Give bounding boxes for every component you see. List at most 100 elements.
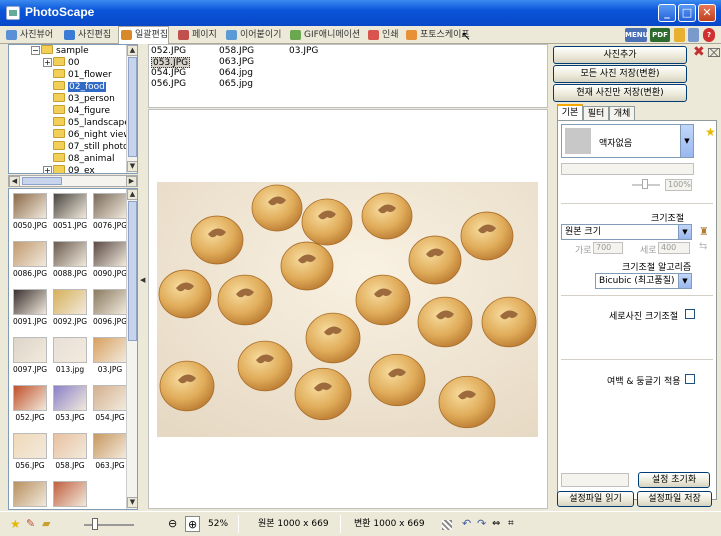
scroll-thumb[interactable] (128, 57, 137, 157)
rotate-left-icon[interactable]: ↶ (462, 516, 471, 532)
zoom-fit-icon[interactable]: ⊕ (185, 516, 201, 532)
scroll-up-icon[interactable]: ▲ (127, 45, 137, 56)
tree-item[interactable]: 00 (53, 57, 79, 69)
expand-icon[interactable]: + (43, 166, 52, 173)
collapse-icon[interactable]: − (31, 46, 40, 55)
flip-icon[interactable]: ⇔ (492, 516, 500, 532)
slider-handle[interactable] (92, 518, 98, 530)
tab-batch-editor[interactable]: 일괄편집 (118, 26, 170, 44)
thumbnail-item[interactable]: 0051.JPG (51, 191, 89, 235)
thumbnail-item[interactable]: 0097.JPG (11, 335, 49, 379)
frame-selector[interactable]: 액자없음 ▼ (561, 124, 694, 158)
folder-icon[interactable]: ▰ (42, 516, 50, 532)
opacity-slider-handle[interactable] (642, 179, 648, 189)
swap-icon[interactable]: ⇆ (699, 241, 707, 252)
menu-icon[interactable]: MENU (625, 28, 648, 42)
scroll-up-icon[interactable]: ▲ (127, 189, 137, 200)
tab-photoscape[interactable]: 포토스케이프 (404, 27, 470, 43)
thumbnail-item[interactable]: 0092.JPG (51, 287, 89, 331)
folder-open-icon[interactable] (674, 28, 685, 42)
maximize-button[interactable]: □ (678, 4, 696, 22)
frame-option-field[interactable] (561, 163, 694, 175)
algorithm-select[interactable]: Bicubic (최고품질) ▼ (595, 273, 692, 289)
save-current-button[interactable]: 현재 사진만 저장(변환) (553, 84, 687, 102)
help-icon[interactable]: ? (703, 28, 715, 42)
checker-icon[interactable] (442, 520, 452, 530)
expand-icon[interactable]: + (43, 58, 52, 67)
edit-icon[interactable]: ✎ (26, 516, 35, 532)
zoom-out-icon[interactable]: ⊖ (168, 516, 177, 532)
tree-item[interactable]: 06_night view (53, 129, 131, 141)
settings-name-field[interactable] (561, 473, 629, 487)
dropdown-arrow-icon[interactable]: ▼ (678, 274, 691, 288)
thumbnail-item[interactable]: 064.jpg (11, 479, 49, 509)
tree-item[interactable]: 01_flower (53, 69, 112, 81)
tree-item[interactable]: 05_landscape (53, 117, 130, 129)
scroll-right-icon[interactable]: ▶ (126, 176, 137, 187)
tree-item[interactable]: 07_still photo (53, 141, 129, 153)
thumbnail-item[interactable]: 0090.JPG (91, 239, 129, 283)
trash-icon[interactable]: ⌧ (707, 46, 721, 60)
tab-page[interactable]: 페이지 (176, 27, 217, 43)
scroll-left-icon[interactable]: ◀ (9, 176, 20, 187)
save-settings-button[interactable]: 설정파일 저장 (637, 491, 712, 507)
file-list-item[interactable]: 052.JPG (151, 46, 186, 57)
thumbnail-item[interactable]: 0086.JPG (11, 239, 49, 283)
reset-settings-button[interactable]: 설정 초기화 (638, 472, 710, 488)
tab-combine[interactable]: 이어붙이기 (224, 27, 281, 43)
thumbnail-item[interactable]: 054.JPG (91, 383, 129, 427)
add-photo-button[interactable]: 사진추가 (553, 46, 687, 64)
scroll-down-icon[interactable]: ▼ (127, 161, 137, 172)
panel-splitter[interactable]: ◀ (139, 44, 147, 510)
tab-print[interactable]: 인쇄 (366, 27, 399, 43)
thumbnail-item[interactable]: 0050.JPG (11, 191, 49, 235)
thumbnail-item[interactable]: 0076.JPG (91, 191, 129, 235)
thumbnail-item[interactable]: 065.jpg (51, 479, 89, 509)
thumbnail-item[interactable]: 013.jpg (51, 335, 89, 379)
rotate-right-icon[interactable]: ↷ (477, 516, 486, 532)
file-list-item[interactable]: 064.jpg (219, 68, 253, 79)
scroll-thumb[interactable] (128, 201, 137, 341)
resize-mode-select[interactable]: 원본 크기 ▼ (561, 224, 692, 240)
tree-item[interactable]: 04_figure (53, 105, 110, 117)
portrait-resize-checkbox[interactable] (685, 309, 695, 319)
tab-photo-editor[interactable]: 사진편집 (62, 27, 111, 43)
thumbnail-item[interactable]: 053.JPG (51, 383, 89, 427)
file-list-item[interactable]: 063.JPG (219, 57, 254, 68)
tree-item[interactable]: 03_person (53, 93, 115, 105)
tree-item-root[interactable]: sample (41, 45, 89, 57)
file-list-item[interactable]: 054.JPG (151, 68, 186, 79)
pdf-icon[interactable]: PDF (650, 28, 670, 42)
tab-basic[interactable]: 기본 (557, 104, 583, 121)
tree-horizontal-scrollbar[interactable]: ◀ ▶ (8, 175, 138, 187)
star-icon[interactable]: ★ (10, 516, 21, 532)
tab-photo-viewer[interactable]: 사진뷰어 (4, 27, 53, 43)
thumbnail-item[interactable]: 052.JPG (11, 383, 49, 427)
minimize-button[interactable]: _ (658, 4, 676, 22)
thumbnail-scrollbar[interactable]: ▲ ▼ (126, 189, 137, 509)
save-all-button[interactable]: 모든 사진 저장(변환) (553, 65, 687, 83)
width-input[interactable]: 700 (593, 242, 623, 254)
thumbnail-item[interactable]: 0091.JPG (11, 287, 49, 331)
thumbnail-item[interactable]: 03.JPG (91, 335, 129, 379)
file-list-item[interactable]: 058.JPG (219, 46, 254, 57)
scroll-thumb[interactable] (22, 177, 62, 185)
favorite-star-icon[interactable]: ★ (705, 125, 716, 139)
tree-item[interactable]: 09_ex (53, 165, 95, 173)
file-list-item[interactable]: 056.JPG (151, 79, 186, 90)
file-list-item[interactable]: 053.JPG (151, 57, 191, 68)
remove-icon[interactable]: ✖ (693, 44, 705, 60)
thumbnail-item[interactable]: 063.JPG (91, 431, 129, 475)
tab-gif-animation[interactable]: GIF애니메이션 (288, 27, 360, 43)
tab-object[interactable]: 개체 (609, 106, 635, 121)
file-list-item[interactable]: 065.jpg (219, 79, 253, 90)
tree-item-selected[interactable]: 02_food (53, 81, 106, 93)
collapse-arrow-icon[interactable]: ◀ (140, 276, 145, 284)
crop-icon[interactable]: ⌗ (508, 516, 514, 532)
dropdown-arrow-icon[interactable]: ▼ (678, 225, 691, 239)
thumbnail-item[interactable]: 0088.JPG (51, 239, 89, 283)
thumbnail-item[interactable]: 056.JPG (11, 431, 49, 475)
tree-item[interactable]: 08_animal (53, 153, 114, 165)
height-input[interactable]: 400 (658, 242, 690, 254)
close-button[interactable]: ✕ (698, 4, 716, 22)
